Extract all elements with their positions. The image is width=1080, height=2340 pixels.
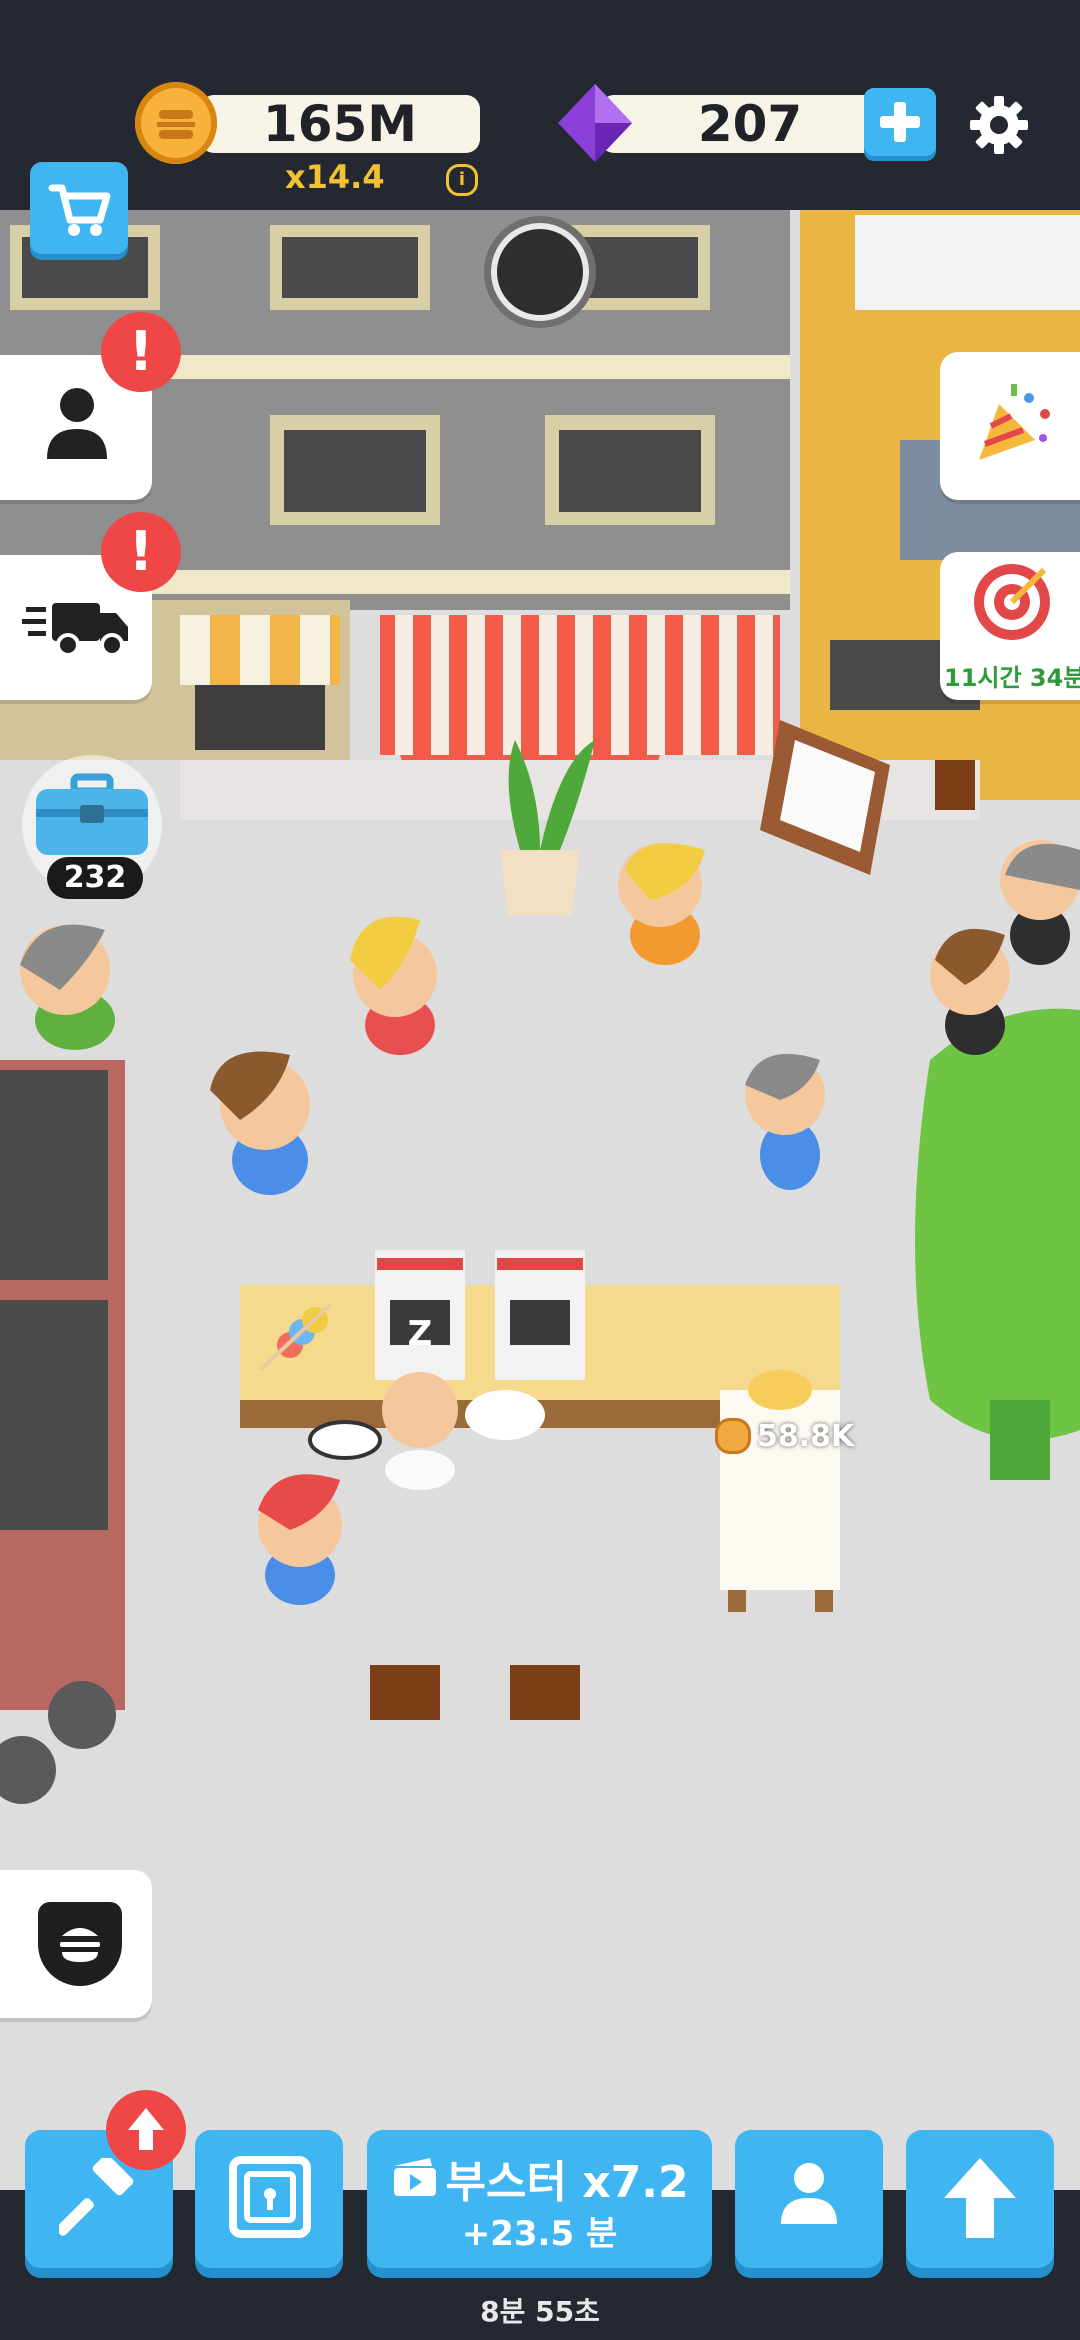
booster-subtitle: +23.5 분 [461,2214,618,2254]
target-mission-button[interactable]: 11시간 34분 [940,552,1080,700]
toolbox-icon [36,773,148,855]
coin-multiplier: x14.4 [285,158,385,196]
earning-popup: 58.8K [715,1418,854,1454]
event-party-button[interactable] [940,352,1080,500]
booster-countdown: 8분 55초 [480,2295,600,2328]
coin-icon [135,82,217,164]
cart-icon [48,184,111,236]
menu-burger-button[interactable] [0,1870,152,2018]
target-icon [974,564,1050,640]
shop-cart-button[interactable] [30,162,128,254]
plus-icon [880,102,920,142]
gem-value: 207 [697,95,803,153]
toolbox-count: 232 [47,857,143,899]
info-icon[interactable]: i [446,164,478,196]
delivery-alert-badge: ! [101,512,181,592]
safe-icon [229,2156,311,2238]
manager-button[interactable] [735,2130,883,2268]
vault-button[interactable] [195,2130,343,2268]
arrow-up-icon [944,2158,1016,2238]
truck-icon [22,603,128,657]
coin-counter[interactable]: 165M [200,95,480,153]
customer [258,1474,342,1605]
staff-alert-badge: ! [101,312,181,392]
profile-icon [47,388,107,459]
coin-icon [715,1418,751,1454]
coin-value: 165M [262,95,418,153]
gem-icon [558,84,632,162]
gear-icon[interactable] [966,92,1032,158]
sleep-label: Z [408,1314,433,1354]
booster-button[interactable]: 부스터 x7.2 +23.5 분 [367,2130,712,2268]
earning-label: 58.8K [757,1418,855,1454]
gem-counter[interactable]: 207 [600,95,900,153]
video-icon [394,2158,437,2196]
upgrade-button[interactable] [906,2130,1054,2268]
booster-title: 부스터 x7.2 [445,2157,689,2208]
person-icon [781,2163,837,2224]
mission-timer: 11시간 34분 [944,664,1080,692]
burger-icon [38,1902,122,1986]
hammer-icon [59,2158,134,2236]
build-upgrade-badge [106,2090,186,2170]
arrow-up-icon [128,2108,164,2150]
add-gems-button[interactable] [864,88,936,156]
party-popper-icon [979,384,1050,460]
